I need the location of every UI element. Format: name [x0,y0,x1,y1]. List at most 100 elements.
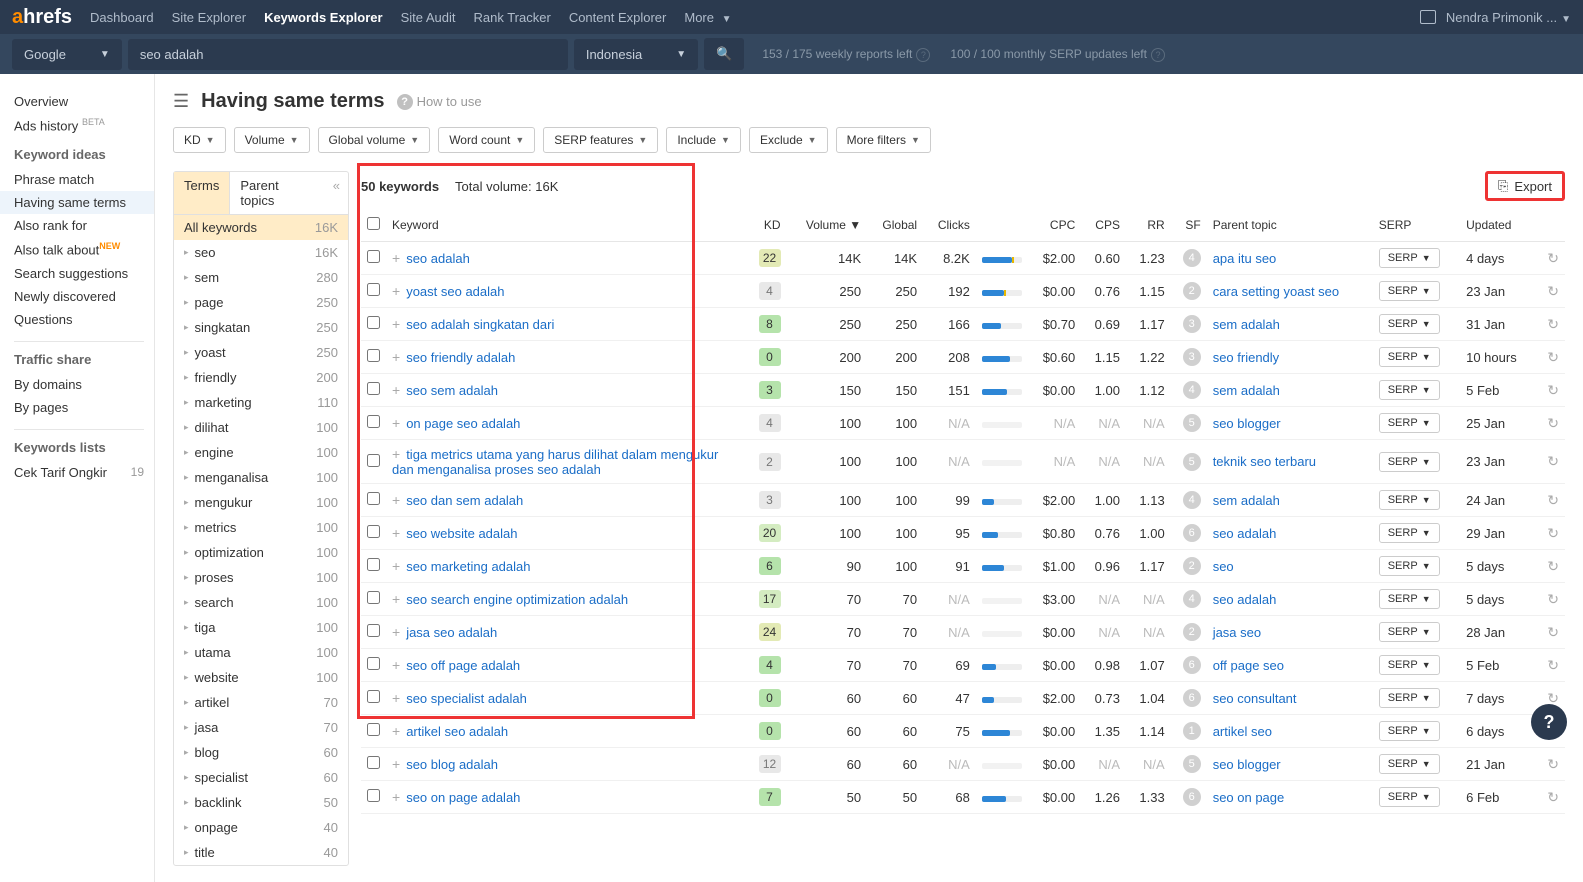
sf-badge[interactable]: 4 [1183,590,1201,608]
term-row[interactable]: ▸page250 [174,290,348,315]
term-row[interactable]: ▸specialist60 [174,765,348,790]
row-checkbox[interactable] [367,454,380,467]
parent-topic-link[interactable]: seo blogger [1213,757,1281,772]
row-checkbox[interactable] [367,283,380,296]
refresh-icon[interactable]: ↻ [1547,316,1559,332]
filter-button[interactable]: Exclude▼ [749,127,828,153]
col-clicks[interactable]: Clicks [923,209,976,242]
select-all-checkbox[interactable] [367,217,380,230]
nav-idea-item[interactable]: Also rank for [14,214,154,237]
parent-topic-link[interactable]: sem adalah [1213,317,1280,332]
nav-idea-item[interactable]: Also talk aboutNEW [14,237,154,261]
keyword-link[interactable]: seo search engine optimization adalah [406,592,628,607]
term-row[interactable]: ▸blog60 [174,740,348,765]
term-row[interactable]: ▸dilihat100 [174,415,348,440]
keyword-link[interactable]: seo website adalah [406,526,517,541]
keyword-link[interactable]: seo marketing adalah [406,559,530,574]
filter-button[interactable]: Include▼ [666,127,741,153]
col-volume[interactable]: Volume ▼ [787,209,868,242]
serp-button[interactable]: SERP▼ [1379,281,1440,301]
sf-badge[interactable]: 5 [1183,414,1201,432]
term-row[interactable]: ▸sem280 [174,265,348,290]
add-icon[interactable]: + [392,250,400,266]
keyword-input[interactable] [128,39,568,70]
row-checkbox[interactable] [367,591,380,604]
add-icon[interactable]: + [392,492,400,508]
topnav-item[interactable]: Keywords Explorer [264,2,383,33]
filter-button[interactable]: Word count▼ [438,127,535,153]
keyword-link[interactable]: tiga metrics utama yang harus dilihat da… [392,447,718,477]
serp-button[interactable]: SERP▼ [1379,622,1440,642]
term-row[interactable]: All keywords16K [174,215,348,240]
add-icon[interactable]: + [392,789,400,805]
serp-button[interactable]: SERP▼ [1379,452,1440,472]
export-button[interactable]: ⎘ Export [1485,171,1565,201]
term-row[interactable]: ▸onpage40 [174,815,348,840]
term-row[interactable]: ▸title40 [174,840,348,865]
topnav-item[interactable]: Site Explorer [172,2,246,33]
parent-topic-link[interactable]: seo friendly [1213,350,1279,365]
how-to-use[interactable]: ?How to use [397,94,482,110]
sf-badge[interactable]: 6 [1183,689,1201,707]
keyword-link[interactable]: seo dan sem adalah [406,493,523,508]
add-icon[interactable]: + [392,382,400,398]
term-row[interactable]: ▸yoast250 [174,340,348,365]
keyword-link[interactable]: seo specialist adalah [406,691,527,706]
row-checkbox[interactable] [367,250,380,263]
parent-topic-link[interactable]: seo [1213,559,1234,574]
topnav-item[interactable]: Dashboard [90,2,154,33]
serp-button[interactable]: SERP▼ [1379,523,1440,543]
refresh-icon[interactable]: ↻ [1547,453,1559,469]
nav-idea-item[interactable]: Questions [14,308,154,331]
user-menu[interactable]: Nendra Primonik ...▼ [1446,10,1571,25]
col-cps[interactable]: CPS [1081,209,1126,242]
keyword-link[interactable]: seo blog adalah [406,757,498,772]
parent-topic-link[interactable]: sem adalah [1213,383,1280,398]
nav-idea-item[interactable]: Search suggestions [14,262,154,285]
parent-topic-link[interactable]: artikel seo [1213,724,1272,739]
refresh-icon[interactable]: ↻ [1547,591,1559,607]
refresh-icon[interactable]: ↻ [1547,492,1559,508]
keyword-link[interactable]: seo adalah singkatan dari [406,317,554,332]
term-row[interactable]: ▸backlink50 [174,790,348,815]
nav-idea-item[interactable]: Newly discovered [14,285,154,308]
parent-topic-link[interactable]: cara setting yoast seo [1213,284,1339,299]
nav-idea-item[interactable]: Having same terms [0,191,154,214]
sf-badge[interactable]: 5 [1183,453,1201,471]
row-checkbox[interactable] [367,624,380,637]
row-checkbox[interactable] [367,690,380,703]
keyword-link[interactable]: seo adalah [406,251,470,266]
screen-icon[interactable] [1420,10,1436,24]
row-checkbox[interactable] [367,789,380,802]
parent-topic-link[interactable]: teknik seo terbaru [1213,454,1316,469]
filter-button[interactable]: KD▼ [173,127,226,153]
sf-badge[interactable]: 6 [1183,788,1201,806]
topnav-item[interactable]: More ▼ [684,2,731,33]
row-checkbox[interactable] [367,492,380,505]
serp-button[interactable]: SERP▼ [1379,347,1440,367]
refresh-icon[interactable]: ↻ [1547,657,1559,673]
col-cpc[interactable]: CPC [1028,209,1081,242]
col-parent-topic[interactable]: Parent topic [1207,209,1373,242]
term-row[interactable]: ▸search100 [174,590,348,615]
sf-badge[interactable]: 4 [1183,491,1201,509]
parent-topic-link[interactable]: seo adalah [1213,592,1277,607]
col-serp[interactable]: SERP [1373,209,1460,242]
refresh-icon[interactable]: ↻ [1547,558,1559,574]
col-rr[interactable]: RR [1126,209,1171,242]
term-row[interactable]: ▸proses100 [174,565,348,590]
tab-terms[interactable]: Terms [174,172,230,214]
country-dropdown[interactable]: Indonesia▼ [574,39,698,70]
col-global[interactable]: Global [867,209,923,242]
add-icon[interactable]: + [392,756,400,772]
keyword-link[interactable]: seo friendly adalah [406,350,515,365]
sf-badge[interactable]: 2 [1183,557,1201,575]
row-checkbox[interactable] [367,756,380,769]
logo[interactable]: ahrefs [12,6,72,29]
term-row[interactable]: ▸seo16K [174,240,348,265]
topnav-item[interactable]: Site Audit [401,2,456,33]
add-icon[interactable]: + [392,349,400,365]
add-icon[interactable]: + [392,283,400,299]
add-icon[interactable]: + [392,624,400,640]
sf-badge[interactable]: 4 [1183,381,1201,399]
